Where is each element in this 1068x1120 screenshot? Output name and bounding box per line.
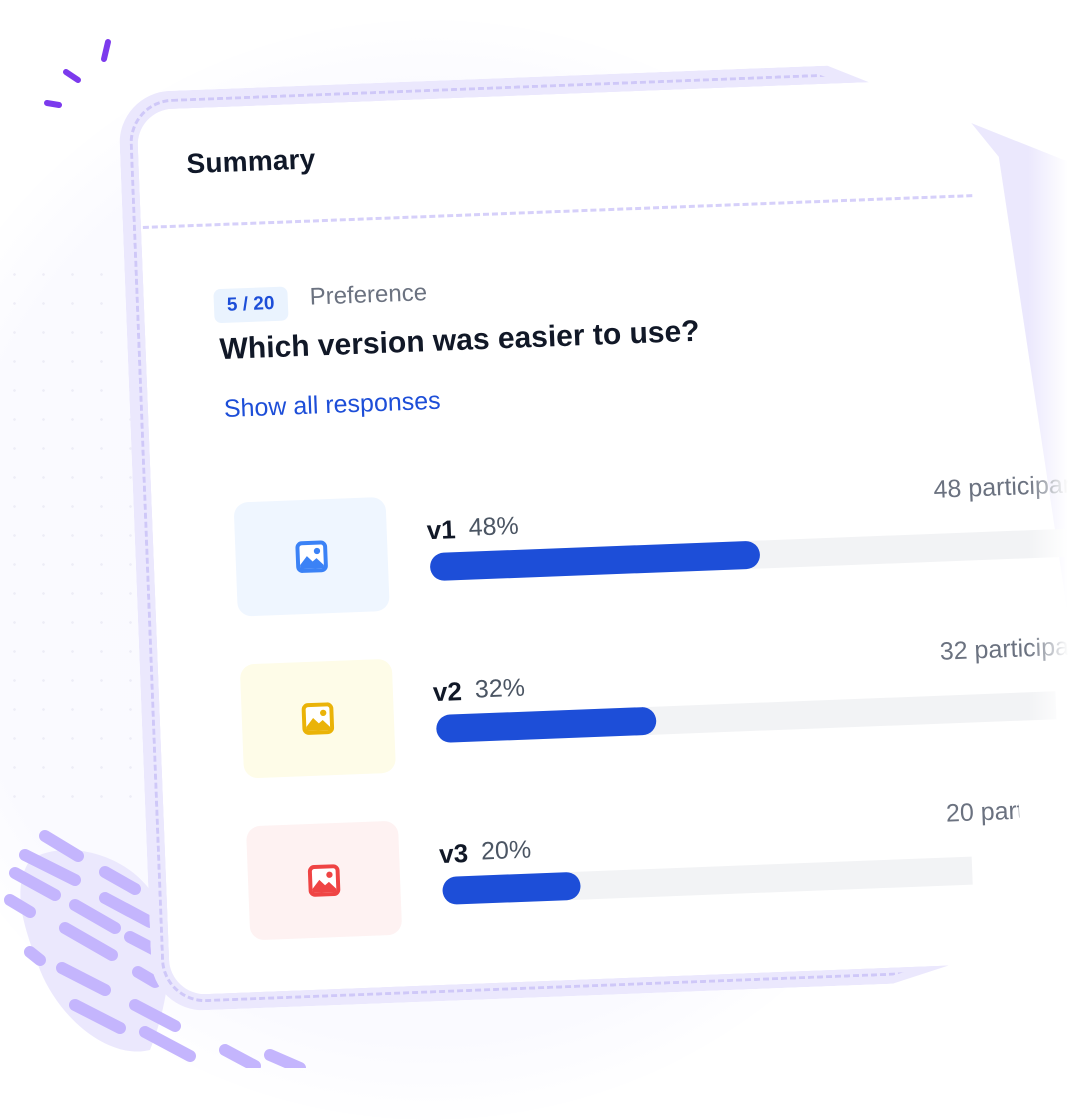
version-label: v3 <box>438 837 469 870</box>
page-title: Summary <box>185 143 316 180</box>
version-label: v1 <box>426 514 457 546</box>
version-percent: 32% <box>474 673 526 704</box>
image-icon <box>301 702 335 735</box>
version-label: v2 <box>432 676 463 708</box>
result-bar-fill <box>442 871 582 905</box>
image-icon <box>307 864 341 897</box>
result-bar-track <box>429 524 1068 582</box>
version-percent: 48% <box>468 511 520 542</box>
summary-panel: Summary 5 / 20 Preference Which version … <box>0 0 1068 1073</box>
image-icon <box>295 540 328 573</box>
version-thumbnail[interactable] <box>233 496 390 617</box>
result-bar-track <box>435 691 1057 744</box>
version-thumbnail[interactable] <box>239 658 397 779</box>
result-bar-fill <box>435 706 657 744</box>
version-percent: 20% <box>480 835 532 866</box>
right-edge-fade <box>1028 0 1068 1068</box>
question-progress-badge: 5 / 20 <box>213 286 289 324</box>
question-type-label: Preference <box>309 279 428 311</box>
result-bar-fill <box>429 540 761 582</box>
version-thumbnail[interactable] <box>245 820 403 941</box>
